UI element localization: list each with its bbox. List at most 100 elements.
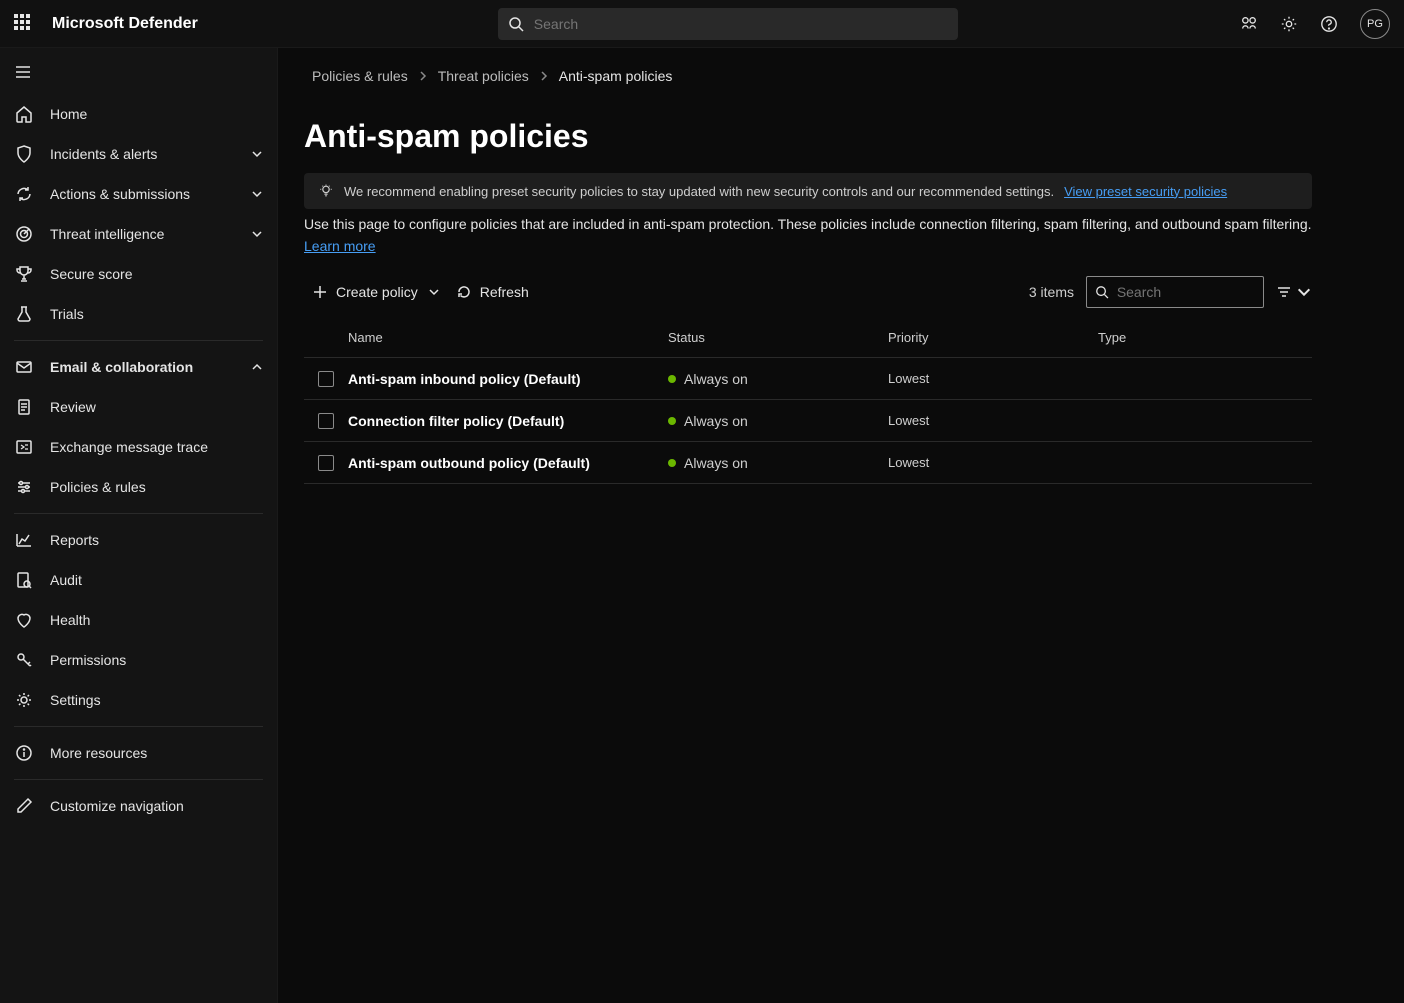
learn-more-link[interactable]: Learn more xyxy=(304,237,1312,257)
sidebar-divider xyxy=(14,779,263,780)
info-icon xyxy=(14,743,34,763)
row-checkbox[interactable] xyxy=(318,413,334,429)
sidebar-divider xyxy=(14,340,263,341)
sidebar-divider xyxy=(14,513,263,514)
col-status[interactable]: Status xyxy=(668,330,888,345)
sidebar-item-reports[interactable]: Reports xyxy=(0,520,277,560)
policy-name[interactable]: Anti-spam inbound policy (Default) xyxy=(348,371,668,387)
sidebar-item-label: Incidents & alerts xyxy=(50,146,251,162)
sidebar-item-label: Home xyxy=(50,106,263,122)
policy-name[interactable]: Anti-spam outbound policy (Default) xyxy=(348,455,668,471)
sidebar-item-policies-rules[interactable]: Policies & rules xyxy=(0,467,277,507)
sidebar-item-label: Trials xyxy=(50,306,263,322)
topbar: Microsoft Defender PG xyxy=(0,0,1404,48)
sidebar-item-label: More resources xyxy=(50,745,263,761)
sidebar-item-label: Reports xyxy=(50,532,263,548)
sidebar-item-label: Settings xyxy=(50,692,263,708)
chevron-up-icon xyxy=(251,361,263,373)
heart-icon xyxy=(14,610,34,630)
sidebar-item-home[interactable]: Home xyxy=(0,94,277,134)
refresh-button[interactable]: Refresh xyxy=(448,278,537,306)
document-icon xyxy=(14,397,34,417)
breadcrumb-link[interactable]: Threat policies xyxy=(438,68,529,84)
home-icon xyxy=(14,104,34,124)
table-row[interactable]: Anti-spam outbound policy (Default) Alwa… xyxy=(304,442,1312,484)
chevron-down-icon xyxy=(251,148,263,160)
page-title: Anti-spam policies xyxy=(304,118,1404,155)
recommendation-text: We recommend enabling preset security po… xyxy=(344,184,1054,199)
create-policy-button[interactable]: Create policy xyxy=(304,278,448,306)
org-switcher-icon[interactable] xyxy=(1240,15,1258,33)
sidebar-item-trials[interactable]: Trials xyxy=(0,294,277,334)
sidebar-item-secure-score[interactable]: Secure score xyxy=(0,254,277,294)
lightbulb-icon xyxy=(318,183,334,199)
sidebar-item-email-collab[interactable]: Email & collaboration xyxy=(0,347,277,387)
app-title: Microsoft Defender xyxy=(52,15,198,33)
help-icon[interactable] xyxy=(1320,15,1338,33)
command-bar: Create policy Refresh 3 items xyxy=(304,270,1312,314)
table-row[interactable]: Connection filter policy (Default) Alway… xyxy=(304,400,1312,442)
sidebar-item-label: Exchange message trace xyxy=(50,439,263,455)
plus-icon xyxy=(312,284,328,300)
policies-table: Name Status Priority Type Anti-spam inbo… xyxy=(304,318,1312,484)
chevron-down-icon xyxy=(251,188,263,200)
policy-name[interactable]: Connection filter policy (Default) xyxy=(348,413,668,429)
exchange-icon xyxy=(14,437,34,457)
sidebar-item-customize-nav[interactable]: Customize navigation xyxy=(0,786,277,826)
page-description: Use this page to configure policies that… xyxy=(304,215,1312,256)
audit-icon xyxy=(14,570,34,590)
sidebar-item-health[interactable]: Health xyxy=(0,600,277,640)
breadcrumb: Policies & rules Threat policies Anti-sp… xyxy=(278,62,1404,90)
key-icon xyxy=(14,650,34,670)
sidebar-item-review[interactable]: Review xyxy=(0,387,277,427)
refresh-icon xyxy=(456,284,472,300)
search-icon xyxy=(1095,284,1109,300)
sidebar-item-label: Customize navigation xyxy=(50,798,263,814)
refresh-label: Refresh xyxy=(480,284,529,300)
global-search[interactable] xyxy=(498,8,958,40)
policy-status: Always on xyxy=(668,455,888,471)
col-priority[interactable]: Priority xyxy=(888,330,1098,345)
sidebar-item-more-resources[interactable]: More resources xyxy=(0,733,277,773)
status-dot-icon xyxy=(668,417,676,425)
sidebar-toggle[interactable] xyxy=(0,54,277,90)
chevron-right-icon xyxy=(539,71,549,81)
table-row[interactable]: Anti-spam inbound policy (Default) Alway… xyxy=(304,358,1312,400)
search-icon xyxy=(508,16,524,32)
filter-button[interactable] xyxy=(1276,284,1312,300)
col-name[interactable]: Name xyxy=(348,330,668,345)
gear-icon xyxy=(14,690,34,710)
policy-priority: Lowest xyxy=(888,413,1098,428)
status-dot-icon xyxy=(668,459,676,467)
policy-priority: Lowest xyxy=(888,371,1098,386)
sync-icon xyxy=(14,184,34,204)
row-checkbox[interactable] xyxy=(318,455,334,471)
sidebar-item-threat-intelligence[interactable]: Threat intelligence xyxy=(0,214,277,254)
breadcrumb-link[interactable]: Policies & rules xyxy=(312,68,408,84)
row-checkbox[interactable] xyxy=(318,371,334,387)
chart-icon xyxy=(14,530,34,550)
sidebar-item-label: Threat intelligence xyxy=(50,226,251,242)
sidebar-item-exchange-trace[interactable]: Exchange message trace xyxy=(0,427,277,467)
sidebar-item-actions[interactable]: Actions & submissions xyxy=(0,174,277,214)
recommendation-link[interactable]: View preset security policies xyxy=(1064,184,1227,199)
sidebar-item-settings[interactable]: Settings xyxy=(0,680,277,720)
policy-priority: Lowest xyxy=(888,455,1098,470)
sidebar-item-incidents[interactable]: Incidents & alerts xyxy=(0,134,277,174)
table-search-input[interactable] xyxy=(1117,284,1255,300)
sidebar-item-permissions[interactable]: Permissions xyxy=(0,640,277,680)
chevron-right-icon xyxy=(418,71,428,81)
app-launcher-icon[interactable] xyxy=(14,14,34,34)
table-search[interactable] xyxy=(1086,276,1264,308)
global-search-input[interactable] xyxy=(534,16,948,32)
sidebar-item-audit[interactable]: Audit xyxy=(0,560,277,600)
trophy-icon xyxy=(14,264,34,284)
filter-icon xyxy=(1276,284,1292,300)
sliders-icon xyxy=(14,477,34,497)
settings-icon[interactable] xyxy=(1280,15,1298,33)
sidebar-item-label: Health xyxy=(50,612,263,628)
items-count: 3 items xyxy=(1029,284,1074,300)
sidebar-divider xyxy=(14,726,263,727)
user-avatar[interactable]: PG xyxy=(1360,9,1390,39)
col-type[interactable]: Type xyxy=(1098,330,1312,345)
